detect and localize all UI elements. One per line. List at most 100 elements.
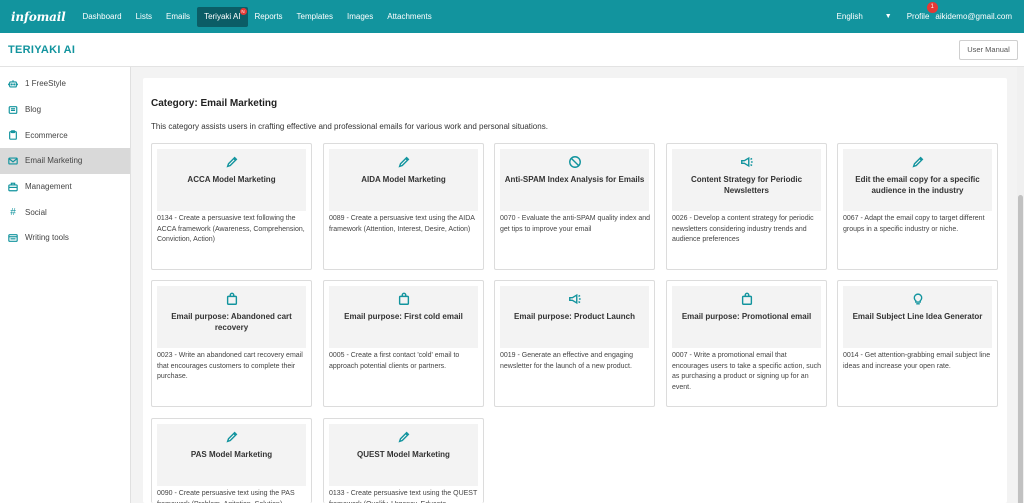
category-title: Category: Email Marketing: [151, 98, 278, 109]
profile-link[interactable]: Profile 1: [906, 2, 938, 21]
prompt-card[interactable]: Anti-SPAM Index Analysis for Emails 0070…: [494, 143, 655, 270]
main-content: Category: Email Marketing This category …: [143, 78, 1007, 503]
card-description: 0090 - Create persuasive text using the …: [157, 490, 295, 503]
nav-templates[interactable]: Templates: [290, 7, 340, 27]
card-title: Email purpose: Abandoned cart recovery: [171, 312, 292, 332]
document-icon: [8, 105, 18, 114]
nav-teriyaki-ai[interactable]: Teriyaki AI N: [197, 6, 248, 27]
sidebar-item-label: Writing tools: [25, 233, 69, 243]
lightbulb-icon: [913, 293, 922, 305]
clipboard-icon: [9, 130, 17, 140]
nav-reports[interactable]: Reports: [248, 7, 290, 27]
prompt-card[interactable]: AIDA Model Marketing 0089 - Create a per…: [323, 143, 484, 270]
card-title: PAS Model Marketing: [190, 450, 273, 459]
prompt-card[interactable]: Email purpose: Promotional email 0007 - …: [666, 280, 827, 407]
sidebar-item-label: Ecommerce: [25, 130, 68, 140]
language-select[interactable]: English: [837, 12, 863, 21]
card-description: 0067 - Adapt the email copy to target di…: [843, 215, 985, 233]
sidebar-item-email-marketing[interactable]: Email Marketing: [0, 148, 130, 174]
sidebar-item-ecommerce[interactable]: Ecommerce: [0, 122, 130, 148]
scrollbar-thumb[interactable]: [1018, 195, 1023, 503]
app-logo[interactable]: infomail: [11, 10, 66, 24]
prompt-card[interactable]: QUEST Model Marketing 0133 - Create pers…: [323, 418, 484, 503]
card-header: AIDA Model Marketing: [329, 149, 478, 211]
card-title: Email Subject Line Idea Generator: [852, 312, 983, 321]
sidebar-item-writing-tools[interactable]: Writing tools: [0, 225, 130, 251]
card-header: PAS Model Marketing: [157, 424, 306, 486]
card-header: Email purpose: Product Launch: [500, 286, 649, 348]
nav-attachments[interactable]: Attachments: [380, 7, 438, 27]
sidebar-item-label: Management: [25, 182, 72, 192]
card-description: 0089 - Create a persuasive text using th…: [329, 215, 475, 233]
megaphone-icon: [568, 293, 581, 305]
card-description: 0026 - Develop a content strategy for pe…: [672, 215, 814, 243]
prompt-card[interactable]: Content Strategy for Periodic Newsletter…: [666, 143, 827, 270]
card-title: AIDA Model Marketing: [361, 175, 446, 184]
nav-emails[interactable]: Emails: [159, 7, 197, 27]
card-header: Anti-SPAM Index Analysis for Emails: [500, 149, 649, 211]
prompt-card[interactable]: PAS Model Marketing 0090 - Create persua…: [151, 418, 312, 503]
envelope-icon: [8, 157, 18, 165]
sidebar-item-label: 1 FreeStyle: [25, 79, 66, 89]
card-header: Content Strategy for Periodic Newsletter…: [672, 149, 821, 211]
card-header: Email Subject Line Idea Generator: [843, 286, 992, 348]
shopping-bag-icon: [398, 292, 409, 305]
card-header: Email purpose: Abandoned cart recovery: [157, 286, 306, 348]
sidebar-item-freestyle[interactable]: 1 FreeStyle: [0, 71, 130, 97]
card-description: 0133 - Create persuasive text using the …: [329, 490, 478, 503]
prompt-card[interactable]: Email purpose: Abandoned cart recovery 0…: [151, 280, 312, 407]
card-title: Content Strategy for Periodic Newsletter…: [690, 175, 803, 195]
page-scrollbar[interactable]: [1017, 67, 1024, 503]
hashtag-icon: #: [10, 206, 16, 218]
nav-dashboard[interactable]: Dashboard: [75, 7, 128, 27]
ban-icon: [568, 156, 581, 168]
prompt-card[interactable]: Edit the email copy for a specific audie…: [837, 143, 998, 270]
nav-lists[interactable]: Lists: [129, 7, 159, 27]
nav-teriyaki-ai-label: Teriyaki AI: [204, 11, 241, 21]
pencil-icon: [398, 431, 409, 443]
card-description: 0023 - Write an abandoned cart recovery …: [157, 352, 303, 380]
sidebar-item-social[interactable]: # Social: [0, 199, 130, 225]
profile-label: Profile: [906, 12, 930, 21]
prompt-card[interactable]: Email purpose: Product Launch 0019 - Gen…: [494, 280, 655, 407]
robot-icon: [8, 80, 18, 88]
user-manual-button[interactable]: User Manual: [959, 40, 1018, 60]
card-title: ACCA Model Marketing: [187, 175, 276, 184]
card-description: 0007 - Write a promotional email that en…: [672, 352, 822, 391]
sidebar: 1 FreeStyle Blog Ecommerce Email Marketi…: [0, 67, 131, 503]
pencil-icon: [226, 156, 237, 168]
sidebar-item-blog[interactable]: Blog: [0, 97, 130, 123]
pencil-icon: [398, 156, 409, 168]
page-title: TERIYAKI AI: [8, 44, 76, 56]
card-title: Email purpose: First cold email: [344, 312, 463, 321]
prompt-card[interactable]: Email Subject Line Idea Generator 0014 -…: [837, 280, 998, 407]
window-icon: [8, 234, 18, 242]
shopping-bag-icon: [741, 292, 752, 305]
shopping-bag-icon: [226, 292, 237, 305]
page-header: TERIYAKI AI User Manual: [0, 33, 1024, 67]
card-description: 0019 - Generate an effective and engagin…: [500, 352, 633, 370]
prompt-card[interactable]: Email purpose: First cold email 0005 - C…: [323, 280, 484, 407]
notification-badge: 1: [926, 2, 938, 13]
user-email[interactable]: aikidemo@gmail.com: [935, 12, 1012, 21]
card-header: ACCA Model Marketing: [157, 149, 306, 211]
card-title: Email purpose: Promotional email: [681, 312, 812, 321]
sidebar-item-management[interactable]: Management: [0, 174, 130, 200]
pencil-icon: [226, 431, 237, 443]
pencil-icon: [912, 156, 923, 168]
top-nav: infomail Dashboard Lists Emails Teriyaki…: [0, 0, 1024, 33]
card-header: Email purpose: Promotional email: [672, 286, 821, 348]
nav-images[interactable]: Images: [340, 7, 380, 27]
category-description: This category assists users in crafting …: [151, 122, 548, 131]
sidebar-item-label: Email Marketing: [25, 156, 83, 166]
sidebar-item-label: Blog: [25, 105, 42, 115]
prompt-card[interactable]: ACCA Model Marketing 0134 - Create a per…: [151, 143, 312, 270]
megaphone-icon: [740, 156, 753, 168]
card-header: Email purpose: First cold email: [329, 286, 478, 348]
card-header: QUEST Model Marketing: [329, 424, 478, 486]
card-description: 0014 - Get attention-grabbing email subj…: [843, 352, 991, 370]
sidebar-item-label: Social: [25, 207, 47, 217]
chevron-down-icon[interactable]: ▼: [885, 13, 892, 20]
card-title: Anti-SPAM Index Analysis for Emails: [504, 175, 645, 184]
card-title: Email purpose: Product Launch: [514, 312, 635, 321]
